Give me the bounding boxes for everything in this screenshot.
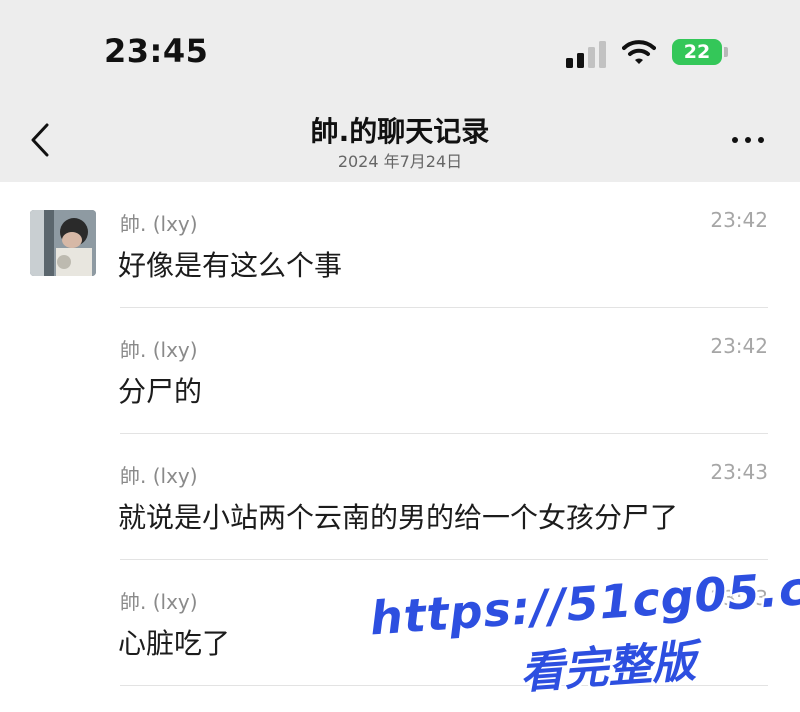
- message-time: 23:43: [710, 460, 768, 484]
- wifi-icon: [622, 40, 656, 64]
- message-text: 好像是有这么个事: [118, 249, 343, 282]
- sender-name: 帥. (lxy): [120, 590, 198, 614]
- message-time: 23:42: [710, 334, 768, 358]
- battery-icon: 22: [672, 39, 722, 65]
- avatar[interactable]: [30, 210, 96, 276]
- status-time: 23:45: [104, 32, 209, 70]
- message-time: 23:42: [710, 208, 768, 232]
- watermark-label[interactable]: 看完整版: [518, 625, 698, 701]
- page-subtitle: 2024 年7月24日: [337, 152, 463, 171]
- avatar-image: [30, 210, 96, 276]
- page-title: 帥.的聊天记录: [310, 115, 490, 148]
- more-dot: [758, 137, 764, 143]
- battery-level: 22: [683, 41, 711, 63]
- list-item[interactable]: 帥. (lxy) 23:42 好像是有这么个事: [0, 182, 800, 308]
- more-dot: [732, 137, 738, 143]
- message-text: 分尸的: [118, 375, 203, 408]
- sender-name: 帥. (lxy): [120, 212, 198, 236]
- signal-icon: [566, 41, 606, 68]
- message-text: 就说是小站两个云南的男的给一个女孩分尸了: [118, 501, 679, 534]
- more-button[interactable]: [724, 124, 772, 156]
- battery-cap: [724, 47, 728, 57]
- watermark-overlay[interactable]: https://51cg05.cc 看完整版: [362, 531, 800, 707]
- header-bar: 23:45 22 帥.的聊天记录 2024 年7月24日: [0, 0, 800, 182]
- more-dot: [745, 137, 751, 143]
- sender-name: 帥. (lxy): [120, 464, 198, 488]
- sender-name: 帥. (lxy): [120, 338, 198, 362]
- list-item[interactable]: 帥. (lxy) 23:42 分尸的: [0, 308, 800, 434]
- message-text: 心脏吃了: [118, 627, 231, 660]
